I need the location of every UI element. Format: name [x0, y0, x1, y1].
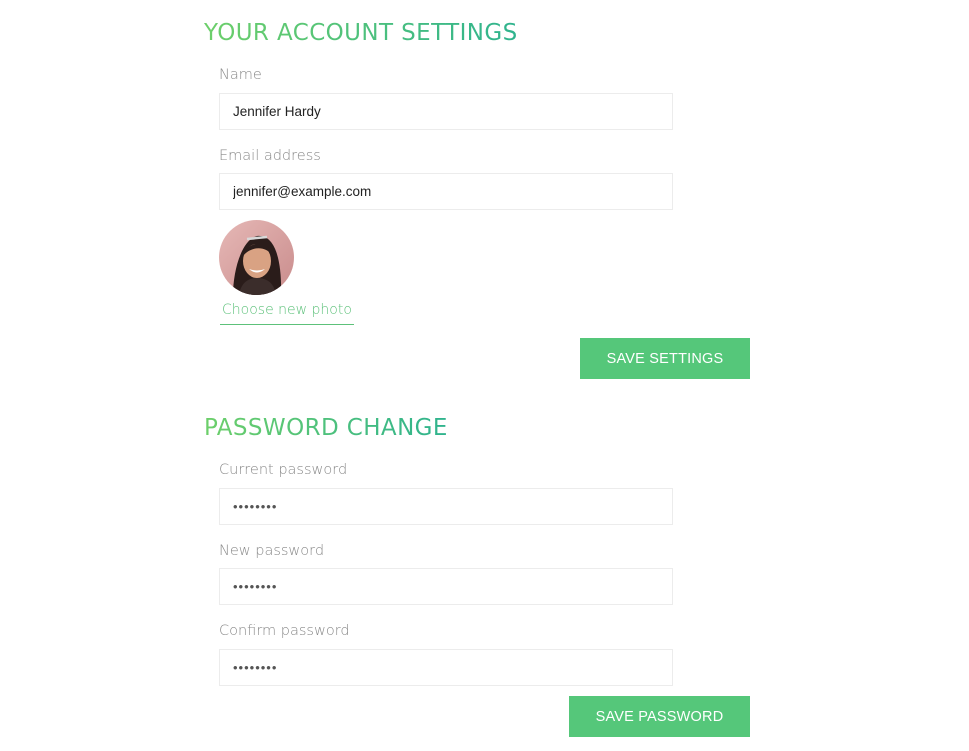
new-password-field[interactable] — [219, 568, 673, 605]
confirm-password-label: Confirm password — [219, 623, 350, 639]
name-label: Name — [219, 67, 262, 83]
name-field[interactable] — [219, 93, 673, 130]
save-password-button[interactable]: SAVE PASSWORD — [569, 696, 750, 737]
avatar-photo — [219, 220, 294, 295]
current-password-label: Current password — [219, 462, 348, 478]
email-label: Email address — [219, 148, 321, 164]
choose-new-photo-link[interactable]: Choose new photo — [220, 302, 354, 325]
account-settings-title: YOUR ACCOUNT SETTINGS — [204, 20, 518, 46]
save-settings-button[interactable]: SAVE SETTINGS — [580, 338, 750, 379]
new-password-label: New password — [219, 543, 325, 559]
email-field[interactable] — [219, 173, 673, 210]
avatar — [219, 220, 294, 295]
current-password-field[interactable] — [219, 488, 673, 525]
confirm-password-field[interactable] — [219, 649, 673, 686]
password-change-title: PASSWORD CHANGE — [204, 415, 448, 441]
